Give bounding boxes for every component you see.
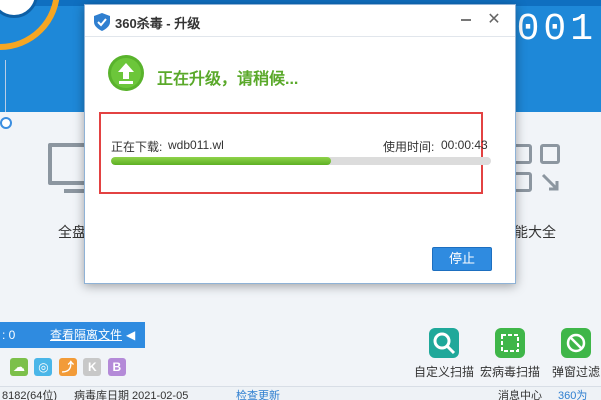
custom-scan-button[interactable]: 自定义扫描 [414, 328, 474, 380]
engine-icons: ☁ ◎ ⤴ K B [10, 358, 128, 378]
kaspersky-engine-icon[interactable]: K [83, 358, 102, 376]
popup-filter-button[interactable]: 弹窗过滤 [546, 328, 601, 380]
macro-virus-icon [495, 328, 525, 358]
progress-track [111, 157, 491, 165]
magnifier-icon [429, 328, 459, 358]
bitdefender-engine-icon[interactable]: B [107, 358, 126, 376]
collapse-arrow-icon[interactable]: ◀ [126, 322, 135, 348]
stop-button[interactable]: 停止 [432, 247, 492, 271]
download-progress-panel: 正在下载: wdb011.wl 使用时间: 00:00:43 [99, 112, 491, 194]
dialog-title: 360杀毒 - 升级 [115, 16, 201, 31]
minimize-button[interactable] [455, 9, 477, 31]
elapsed-time-label: 使用时间: [383, 140, 435, 154]
upgrade-arrow-icon [108, 55, 144, 91]
macro-scan-button[interactable]: 宏病毒扫描 [480, 328, 540, 380]
quarantine-count: : 0 [2, 328, 16, 342]
qvm-engine-icon[interactable]: ◎ [34, 358, 53, 376]
version-text: 8182(64位) [2, 390, 58, 400]
cloud-engine-icon[interactable]: ☁ [10, 358, 28, 376]
system-repair-engine-icon[interactable]: ⤴ [58, 358, 77, 376]
brand-link[interactable]: 360为 [558, 387, 587, 400]
toolbox-label: 能大全 [514, 224, 556, 240]
upgrade-heading: 正在升级，请稍候... [157, 71, 299, 88]
progress-fill [111, 157, 332, 165]
shield-logo-icon [94, 13, 110, 31]
toolbox-icon[interactable] [512, 144, 568, 200]
elapsed-time-value: 00:00:43 [441, 138, 488, 152]
dialog-titlebar[interactable]: 360杀毒 - 升级 ✕ [85, 5, 515, 37]
view-quarantine-link[interactable]: 查看隔离文件 [50, 322, 122, 348]
download-label: 正在下载: [111, 140, 163, 154]
upgrade-dialog: 360杀毒 - 升级 ✕ 正在升级，请稍候... 正在下载: wdb011.wl… [84, 4, 516, 284]
minimize-icon [461, 19, 471, 21]
timeline-dot [0, 117, 12, 129]
popup-filter-label: 弹窗过滤 [551, 365, 600, 379]
db-date-text: 病毒库日期 2021-02-05 [74, 390, 189, 400]
close-button[interactable]: ✕ [483, 9, 505, 31]
status-bar: 8182(64位) 病毒库日期 2021-02-05 检查更新 消息中心 360… [0, 386, 601, 400]
popup-block-icon [561, 328, 591, 358]
quarantine-bar: : 0 查看隔离文件 ◀ [0, 322, 145, 348]
macro-scan-label: 宏病毒扫描 [480, 365, 541, 379]
full-scan-label: 全盘 [58, 224, 86, 240]
check-update-link[interactable]: 检查更新 [236, 387, 280, 400]
download-file-name: wdb011.wl [168, 138, 224, 152]
custom-scan-label: 自定义扫描 [414, 365, 475, 379]
timeline-line [5, 60, 6, 120]
message-center-link[interactable]: 消息中心 [498, 387, 542, 400]
